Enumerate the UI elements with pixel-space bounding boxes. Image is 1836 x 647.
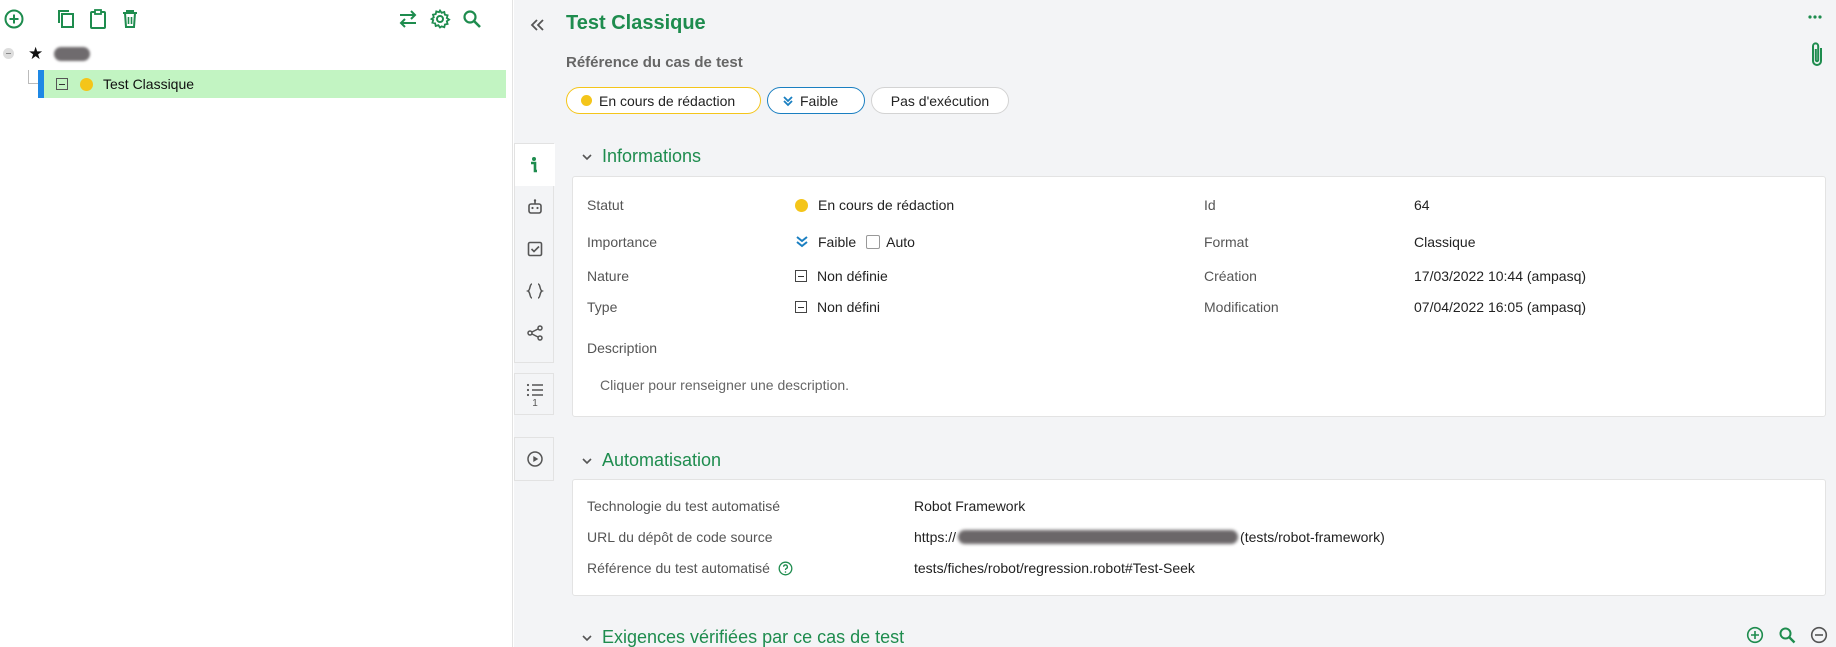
delete-icon[interactable]	[118, 7, 142, 31]
tab-test-steps[interactable]: 1	[515, 374, 555, 416]
tab-parameters-braces[interactable]	[515, 270, 555, 312]
transfer-icon[interactable]	[396, 7, 420, 31]
id-value: 64	[1414, 197, 1430, 213]
settings-gear-icon[interactable]	[428, 7, 452, 31]
automatisation-card: Technologie du test automatisé Robot Fra…	[572, 479, 1826, 596]
status-dot-icon	[80, 77, 93, 91]
remove-requirement-icon[interactable]	[1810, 626, 1828, 644]
chevron-down-icon	[580, 150, 594, 164]
nature-value-text: Non définie	[817, 268, 888, 284]
double-chevron-down-icon	[795, 235, 809, 249]
statut-label: Statut	[587, 197, 624, 213]
test-case-reference-label[interactable]: Référence du cas de test	[566, 54, 743, 71]
tab-requirements-check[interactable]	[515, 228, 555, 270]
search-requirement-icon[interactable]	[1778, 626, 1796, 644]
tech-value[interactable]: Robot Framework	[914, 498, 1025, 514]
informations-card: Statut En cours de rédaction Importance …	[572, 176, 1826, 417]
type-value-text: Non défini	[817, 299, 881, 315]
test-case-tree-panel: ★ Test Classique	[0, 0, 513, 647]
creation-label: Création	[1204, 268, 1257, 284]
add-icon[interactable]	[2, 7, 26, 31]
none-box-icon	[795, 270, 807, 282]
attachment-paperclip-icon[interactable]	[1806, 40, 1828, 70]
paste-icon[interactable]	[86, 7, 110, 31]
automated-ref-value[interactable]: tests/fiches/robot/regression.robot#Test…	[914, 560, 1195, 576]
id-label: Id	[1204, 197, 1216, 213]
test-case-detail-panel: Test Classique Référence du cas de test …	[514, 0, 1836, 647]
tree-connector	[28, 70, 38, 84]
search-icon[interactable]	[460, 7, 484, 31]
format-label: Format	[1204, 234, 1249, 250]
section-informations-title: Informations	[602, 146, 702, 166]
chevron-down-icon	[580, 631, 594, 645]
type-value[interactable]: Non défini	[795, 299, 880, 315]
description-label: Description	[587, 340, 658, 356]
tab-share-links[interactable]	[515, 312, 555, 354]
tree-root-node[interactable]: ★	[0, 42, 500, 66]
execution-pill[interactable]: Pas d'exécution	[871, 87, 1009, 114]
add-requirement-icon[interactable]	[1746, 626, 1764, 644]
section-automatisation-toggle[interactable]: Automatisation	[580, 450, 721, 471]
importance-value[interactable]: Faible Auto	[795, 234, 915, 250]
page-title: Test Classique	[566, 12, 706, 34]
automated-ref-label: Référence du test automatisé	[587, 560, 770, 576]
modification-value: 07/04/2022 16:05 (ampasq)	[1414, 299, 1587, 315]
steps-count-badge: 1	[532, 397, 538, 409]
side-tab-group-steps: 1	[514, 373, 554, 415]
redacted-project-name	[54, 47, 90, 61]
tree-item-test-case[interactable]: Test Classique	[38, 70, 506, 98]
collapse-panel-icon[interactable]	[528, 14, 546, 36]
section-automatisation-title: Automatisation	[602, 450, 722, 470]
url-prefix: https://	[914, 529, 957, 545]
creation-value: 17/03/2022 10:44 (ampasq)	[1414, 268, 1587, 284]
status-dot-icon	[795, 198, 808, 212]
nature-label: Nature	[587, 268, 630, 284]
star-icon: ★	[28, 44, 44, 63]
none-box-icon	[795, 301, 807, 313]
url-value[interactable]: https:// (tests/robot-framework)	[914, 529, 1385, 545]
url-suffix: (tests/robot-framework)	[1240, 529, 1385, 545]
importance-value-text: Faible	[818, 234, 857, 250]
redacted-url	[958, 530, 1239, 544]
tab-information[interactable]	[515, 144, 555, 186]
url-label: URL du dépôt de code source	[587, 529, 773, 545]
auto-checkbox[interactable]	[866, 235, 881, 249]
type-label: Type	[587, 299, 618, 315]
tab-executions-play[interactable]	[515, 438, 555, 480]
importance-label: Importance	[587, 234, 658, 250]
status-pill[interactable]: En cours de rédaction	[566, 87, 761, 114]
statut-value[interactable]: En cours de rédaction	[795, 197, 954, 213]
chevron-down-icon	[580, 454, 594, 468]
statut-value-text: En cours de rédaction	[818, 197, 955, 213]
help-icon[interactable]	[778, 561, 793, 576]
automated-ref-label-row: Référence du test automatisé	[587, 560, 793, 576]
double-chevron-down-icon	[782, 95, 794, 107]
status-pill-label: En cours de rédaction	[599, 92, 736, 109]
section-exigences-toggle[interactable]: Exigences vérifiées par ce cas de test	[580, 627, 904, 647]
collapse-icon[interactable]	[3, 48, 14, 59]
importance-pill-label: Faible	[800, 92, 839, 109]
nature-value[interactable]: Non définie	[795, 268, 888, 284]
collapse-node-icon[interactable]	[56, 78, 68, 90]
importance-pill[interactable]: Faible	[767, 87, 865, 114]
copy-icon[interactable]	[54, 7, 78, 31]
execution-pill-label: Pas d'exécution	[890, 92, 990, 109]
tech-label: Technologie du test automatisé	[587, 498, 781, 514]
requirements-actions	[1746, 626, 1828, 644]
section-exigences-title: Exigences vérifiées par ce cas de test	[602, 627, 905, 647]
side-tab-group-main	[514, 143, 555, 363]
description-field[interactable]: Cliquer pour renseigner une description.	[600, 377, 849, 393]
modification-label: Modification	[1204, 299, 1279, 315]
format-value[interactable]: Classique	[1414, 234, 1475, 250]
section-informations-toggle[interactable]: Informations	[580, 146, 701, 167]
auto-checkbox-label: Auto	[886, 234, 915, 250]
more-options-icon[interactable]	[1808, 14, 1822, 20]
side-tab-group-exec	[514, 437, 554, 481]
tab-automation-robot[interactable]	[515, 186, 555, 228]
status-dot-icon	[581, 95, 592, 106]
tree-item-label: Test Classique	[103, 76, 195, 92]
